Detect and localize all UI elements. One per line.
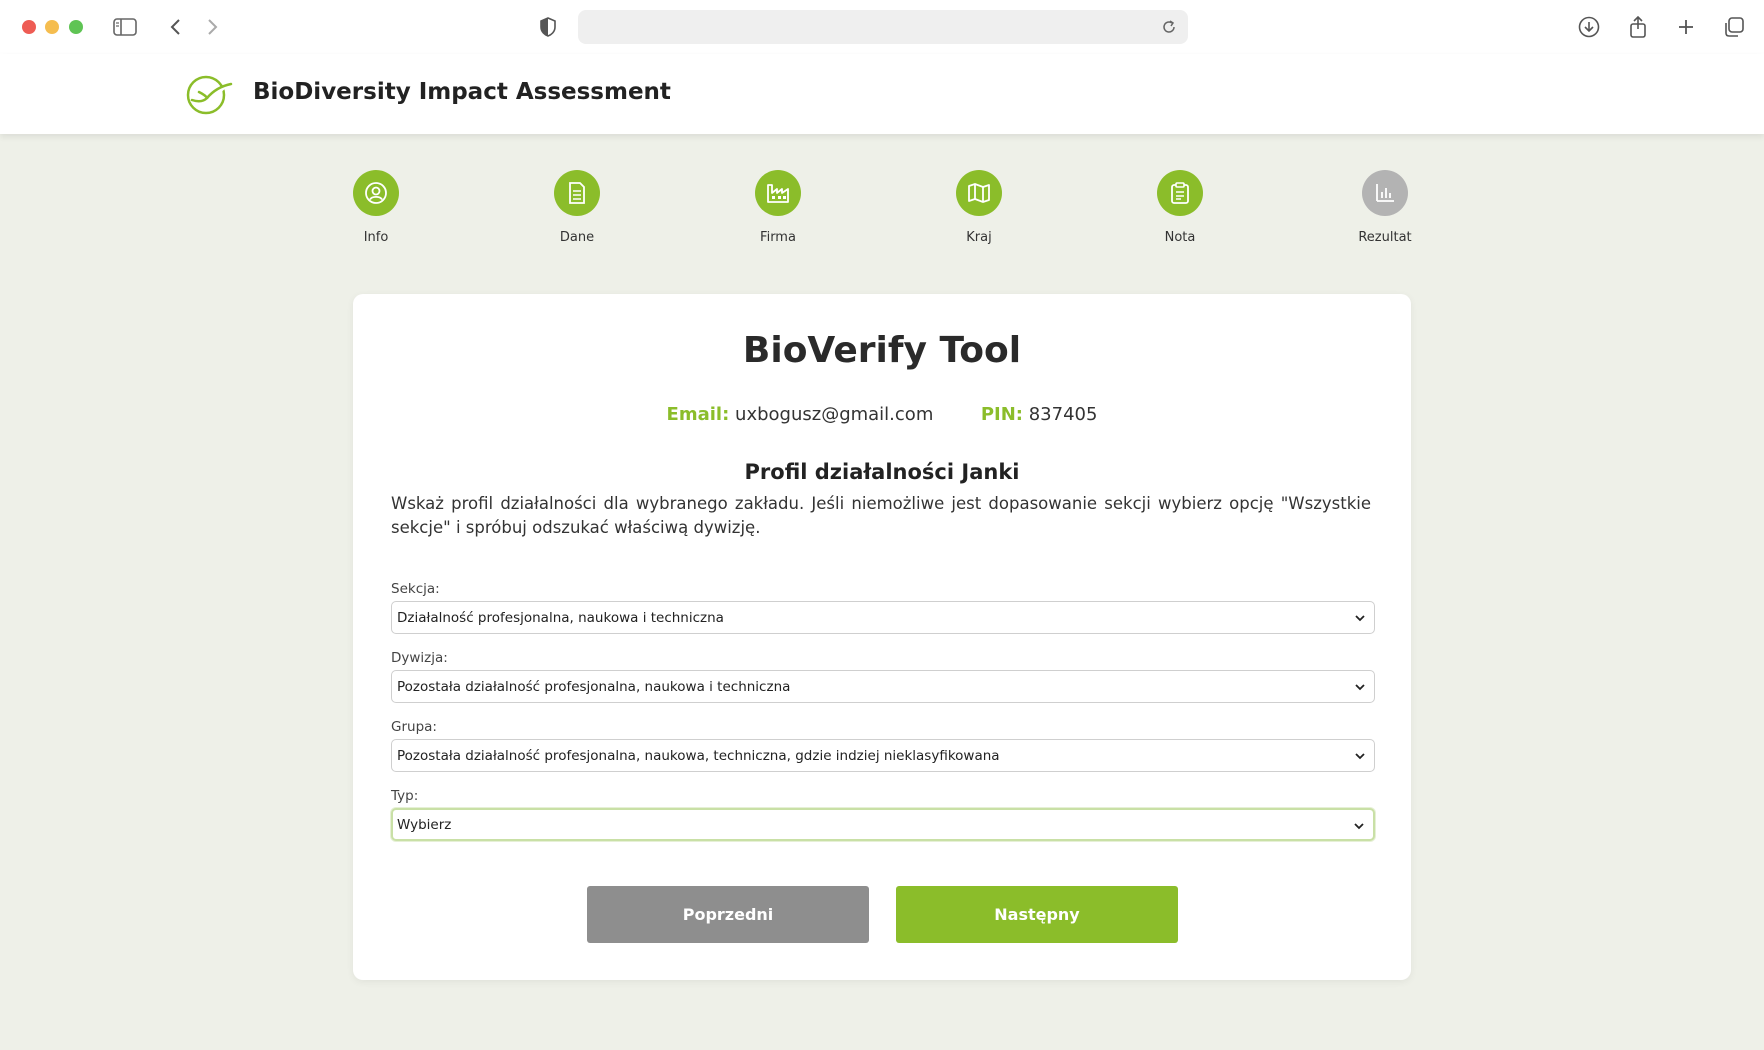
next-button[interactable]: Następny — [896, 886, 1178, 943]
user-icon — [365, 182, 387, 204]
chevron-down-icon — [1354, 823, 1364, 830]
close-window-button[interactable] — [22, 20, 36, 34]
app-title: BioDiversity Impact Assessment — [253, 79, 671, 105]
document-icon — [569, 182, 585, 204]
sekcja-label: Sekcja: — [391, 581, 440, 597]
dywizja-select[interactable]: Pozostała działalność profesjonalna, nau… — [391, 670, 1375, 703]
dywizja-value: Pozostała działalność profesjonalna, nau… — [397, 679, 791, 695]
email-label: Email: — [666, 404, 730, 425]
chevron-down-icon — [1355, 753, 1365, 760]
bar-chart-icon — [1376, 184, 1394, 202]
page-title: BioVerify Tool — [742, 330, 1022, 371]
app-header: BioDiversity Impact Assessment — [0, 54, 1764, 134]
chevron-down-icon — [1355, 684, 1365, 691]
chevron-down-icon — [1355, 615, 1365, 622]
step-dane[interactable]: Dane — [517, 170, 637, 245]
step-rezultat[interactable]: Rezultat — [1325, 170, 1445, 245]
address-bar[interactable] — [578, 10, 1188, 44]
grupa-select[interactable]: Pozostała działalność profesjonalna, nau… — [391, 739, 1375, 772]
field-dywizja: Dywizja: Pozostała działalność profesjon… — [391, 650, 1375, 703]
forward-icon[interactable] — [200, 14, 226, 40]
download-icon[interactable] — [1576, 14, 1602, 40]
user-meta: Email: uxbogusz@gmail.com PIN: 837405 — [353, 404, 1411, 425]
step-info[interactable]: Info — [316, 170, 436, 245]
share-icon[interactable] — [1625, 14, 1651, 40]
grupa-label: Grupa: — [391, 719, 437, 735]
sekcja-select[interactable]: Działalność profesjonalna, naukowa i tec… — [391, 601, 1375, 634]
step-nota-circle[interactable] — [1157, 170, 1203, 216]
description-text: Wskaż profil działalności dla wybranego … — [391, 494, 1371, 537]
maximize-window-button[interactable] — [69, 20, 83, 34]
step-kraj-circle[interactable] — [956, 170, 1002, 216]
dywizja-label: Dywizja: — [391, 650, 448, 666]
previous-button[interactable]: Poprzedni — [587, 886, 869, 943]
factory-icon — [767, 184, 789, 203]
map-icon — [968, 183, 990, 203]
field-typ: Typ: Wybierz — [391, 788, 1375, 841]
step-label: Nota — [1164, 230, 1196, 245]
field-grupa: Grupa: Pozostała działalność profesjonal… — [391, 719, 1375, 772]
step-label: Dane — [559, 230, 595, 245]
step-dane-circle[interactable] — [554, 170, 600, 216]
new-tab-icon[interactable] — [1673, 14, 1699, 40]
pin-value: 837405 — [1028, 404, 1098, 425]
step-rezultat-circle[interactable] — [1362, 170, 1408, 216]
reload-icon[interactable] — [1158, 16, 1180, 38]
sekcja-value: Działalność profesjonalna, naukowa i tec… — [397, 610, 724, 626]
email-value: uxbogusz@gmail.com — [735, 404, 934, 425]
typ-label: Typ: — [391, 788, 419, 804]
step-label: Firma — [760, 230, 796, 245]
typ-value: Wybierz — [397, 817, 452, 833]
step-firma-circle[interactable] — [755, 170, 801, 216]
pin-label: PIN: — [980, 404, 1023, 425]
step-kraj[interactable]: Kraj — [919, 170, 1039, 245]
step-label: Kraj — [966, 230, 992, 245]
back-icon[interactable] — [162, 14, 188, 40]
step-info-circle[interactable] — [353, 170, 399, 216]
tab-overview-icon[interactable] — [1721, 14, 1747, 40]
section-title: Profil działalności Janki — [744, 460, 1020, 484]
grupa-value: Pozostała działalność profesjonalna, nau… — [397, 748, 1000, 764]
minimize-window-button[interactable] — [45, 20, 59, 34]
bird-logo-icon[interactable] — [184, 73, 234, 115]
sidebar-toggle-icon[interactable] — [112, 14, 138, 40]
form-card: BioVerify Tool Email: uxbogusz@gmail.com… — [353, 294, 1411, 980]
step-firma[interactable]: Firma — [718, 170, 838, 245]
step-label: Rezultat — [1358, 230, 1412, 245]
step-nota[interactable]: Nota — [1120, 170, 1240, 245]
browser-toolbar — [0, 0, 1764, 54]
clipboard-icon — [1171, 182, 1189, 204]
field-sekcja: Sekcja: Działalność profesjonalna, nauko… — [391, 581, 1375, 634]
typ-select[interactable]: Wybierz — [391, 808, 1375, 841]
step-label: Info — [363, 230, 389, 245]
shield-icon[interactable] — [535, 14, 561, 40]
